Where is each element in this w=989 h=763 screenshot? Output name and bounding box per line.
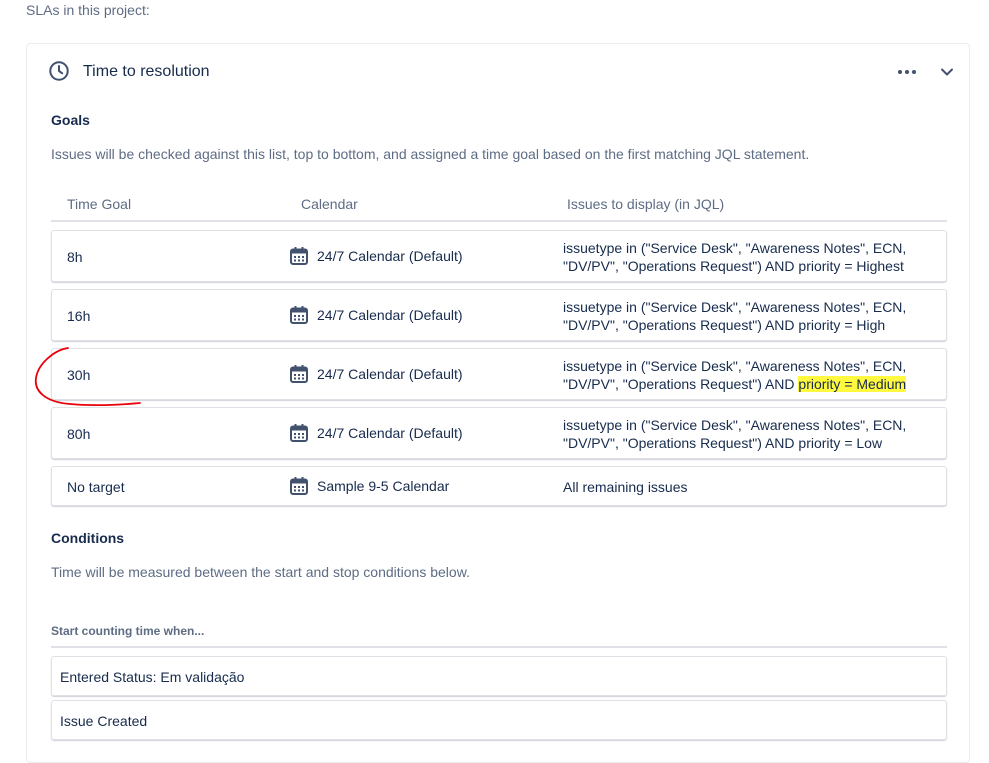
jql-line: "DV/PV", "Operations Request") AND prior… <box>563 317 886 333</box>
jql-line: issuetype in ("Service Desk", "Awareness… <box>563 240 907 256</box>
calendar-name: 24/7 Calendar (Default) <box>317 248 463 264</box>
calendar-icon <box>290 477 308 495</box>
conditions-description: Time will be measured between the start … <box>51 564 470 580</box>
start-condition-item[interactable]: Issue Created <box>51 700 947 740</box>
sla-card: Time to resolution Goals Issues will be … <box>26 43 970 763</box>
goals-table-header: Time Goal Calendar Issues to display (in… <box>51 188 947 222</box>
calendar-icon <box>290 365 308 383</box>
calendar-name: Sample 9-5 Calendar <box>317 478 450 494</box>
jql-text: "DV/PV", "Operations Request") AND <box>563 376 799 392</box>
goal-calendar: 24/7 Calendar (Default) <box>289 246 463 266</box>
goal-jql: issuetype in ("Service Desk", "Awareness… <box>563 416 933 452</box>
sla-card-header[interactable]: Time to resolution <box>27 44 969 102</box>
goal-row[interactable]: 80h 24/7 Calendar (Default) issuetype in… <box>51 407 947 459</box>
column-header-calendar: Calendar <box>301 196 358 212</box>
conditions-heading: Conditions <box>51 530 125 546</box>
sla-title: Time to resolution <box>83 63 210 80</box>
goals-description: Issues will be checked against this list… <box>51 146 810 162</box>
page-intro-text: SLAs in this project: <box>26 2 150 18</box>
calendar-icon <box>290 247 308 265</box>
goal-time: 30h <box>67 367 91 383</box>
jql-line: All remaining issues <box>563 479 688 495</box>
goal-row[interactable]: 30h 24/7 Calendar (Default) issuetype in… <box>51 348 947 400</box>
start-condition-label: Start counting time when... <box>51 624 947 648</box>
jql-line: "DV/PV", "Operations Request") AND prior… <box>563 435 883 451</box>
goal-jql: All remaining issues <box>563 478 933 496</box>
column-header-time-goal: Time Goal <box>67 196 132 212</box>
column-header-jql: Issues to display (in JQL) <box>567 196 725 212</box>
jql-line: "DV/PV", "Operations Request") AND prior… <box>563 258 904 274</box>
jql-line: "DV/PV", "Operations Request") AND prior… <box>563 375 933 393</box>
goal-jql: issuetype in ("Service Desk", "Awareness… <box>563 357 933 393</box>
goal-time: 80h <box>67 426 91 442</box>
start-condition-item[interactable]: Entered Status: Em validação <box>51 656 947 696</box>
goal-row[interactable]: 8h 24/7 Calendar (Default) issuetype in … <box>51 230 947 282</box>
jql-line: issuetype in ("Service Desk", "Awareness… <box>563 417 907 433</box>
calendar-name: 24/7 Calendar (Default) <box>317 366 463 382</box>
more-options-icon[interactable] <box>893 61 921 83</box>
chevron-down-icon[interactable] <box>938 63 956 81</box>
goal-calendar: Sample 9-5 Calendar <box>289 476 449 496</box>
calendar-icon <box>290 424 308 442</box>
jql-line: issuetype in ("Service Desk", "Awareness… <box>563 299 907 315</box>
goal-time: 8h <box>67 249 83 265</box>
calendar-icon <box>290 306 308 324</box>
goal-calendar: 24/7 Calendar (Default) <box>289 423 463 443</box>
goal-time: 16h <box>67 308 91 324</box>
jql-line: issuetype in ("Service Desk", "Awareness… <box>563 358 907 374</box>
goal-calendar: 24/7 Calendar (Default) <box>289 305 463 325</box>
goal-jql: issuetype in ("Service Desk", "Awareness… <box>563 298 933 334</box>
highlighted-jql-text: priority = Medium <box>798 376 907 392</box>
clock-icon <box>49 61 69 81</box>
goal-row[interactable]: No target Sample 9-5 Calendar All remain… <box>51 466 947 506</box>
calendar-name: 24/7 Calendar (Default) <box>317 307 463 323</box>
calendar-name: 24/7 Calendar (Default) <box>317 425 463 441</box>
goal-jql: issuetype in ("Service Desk", "Awareness… <box>563 239 933 275</box>
goal-time: No target <box>67 479 125 495</box>
goal-row[interactable]: 16h 24/7 Calendar (Default) issuetype in… <box>51 289 947 341</box>
goals-heading: Goals <box>51 112 90 128</box>
goal-calendar: 24/7 Calendar (Default) <box>289 364 463 384</box>
